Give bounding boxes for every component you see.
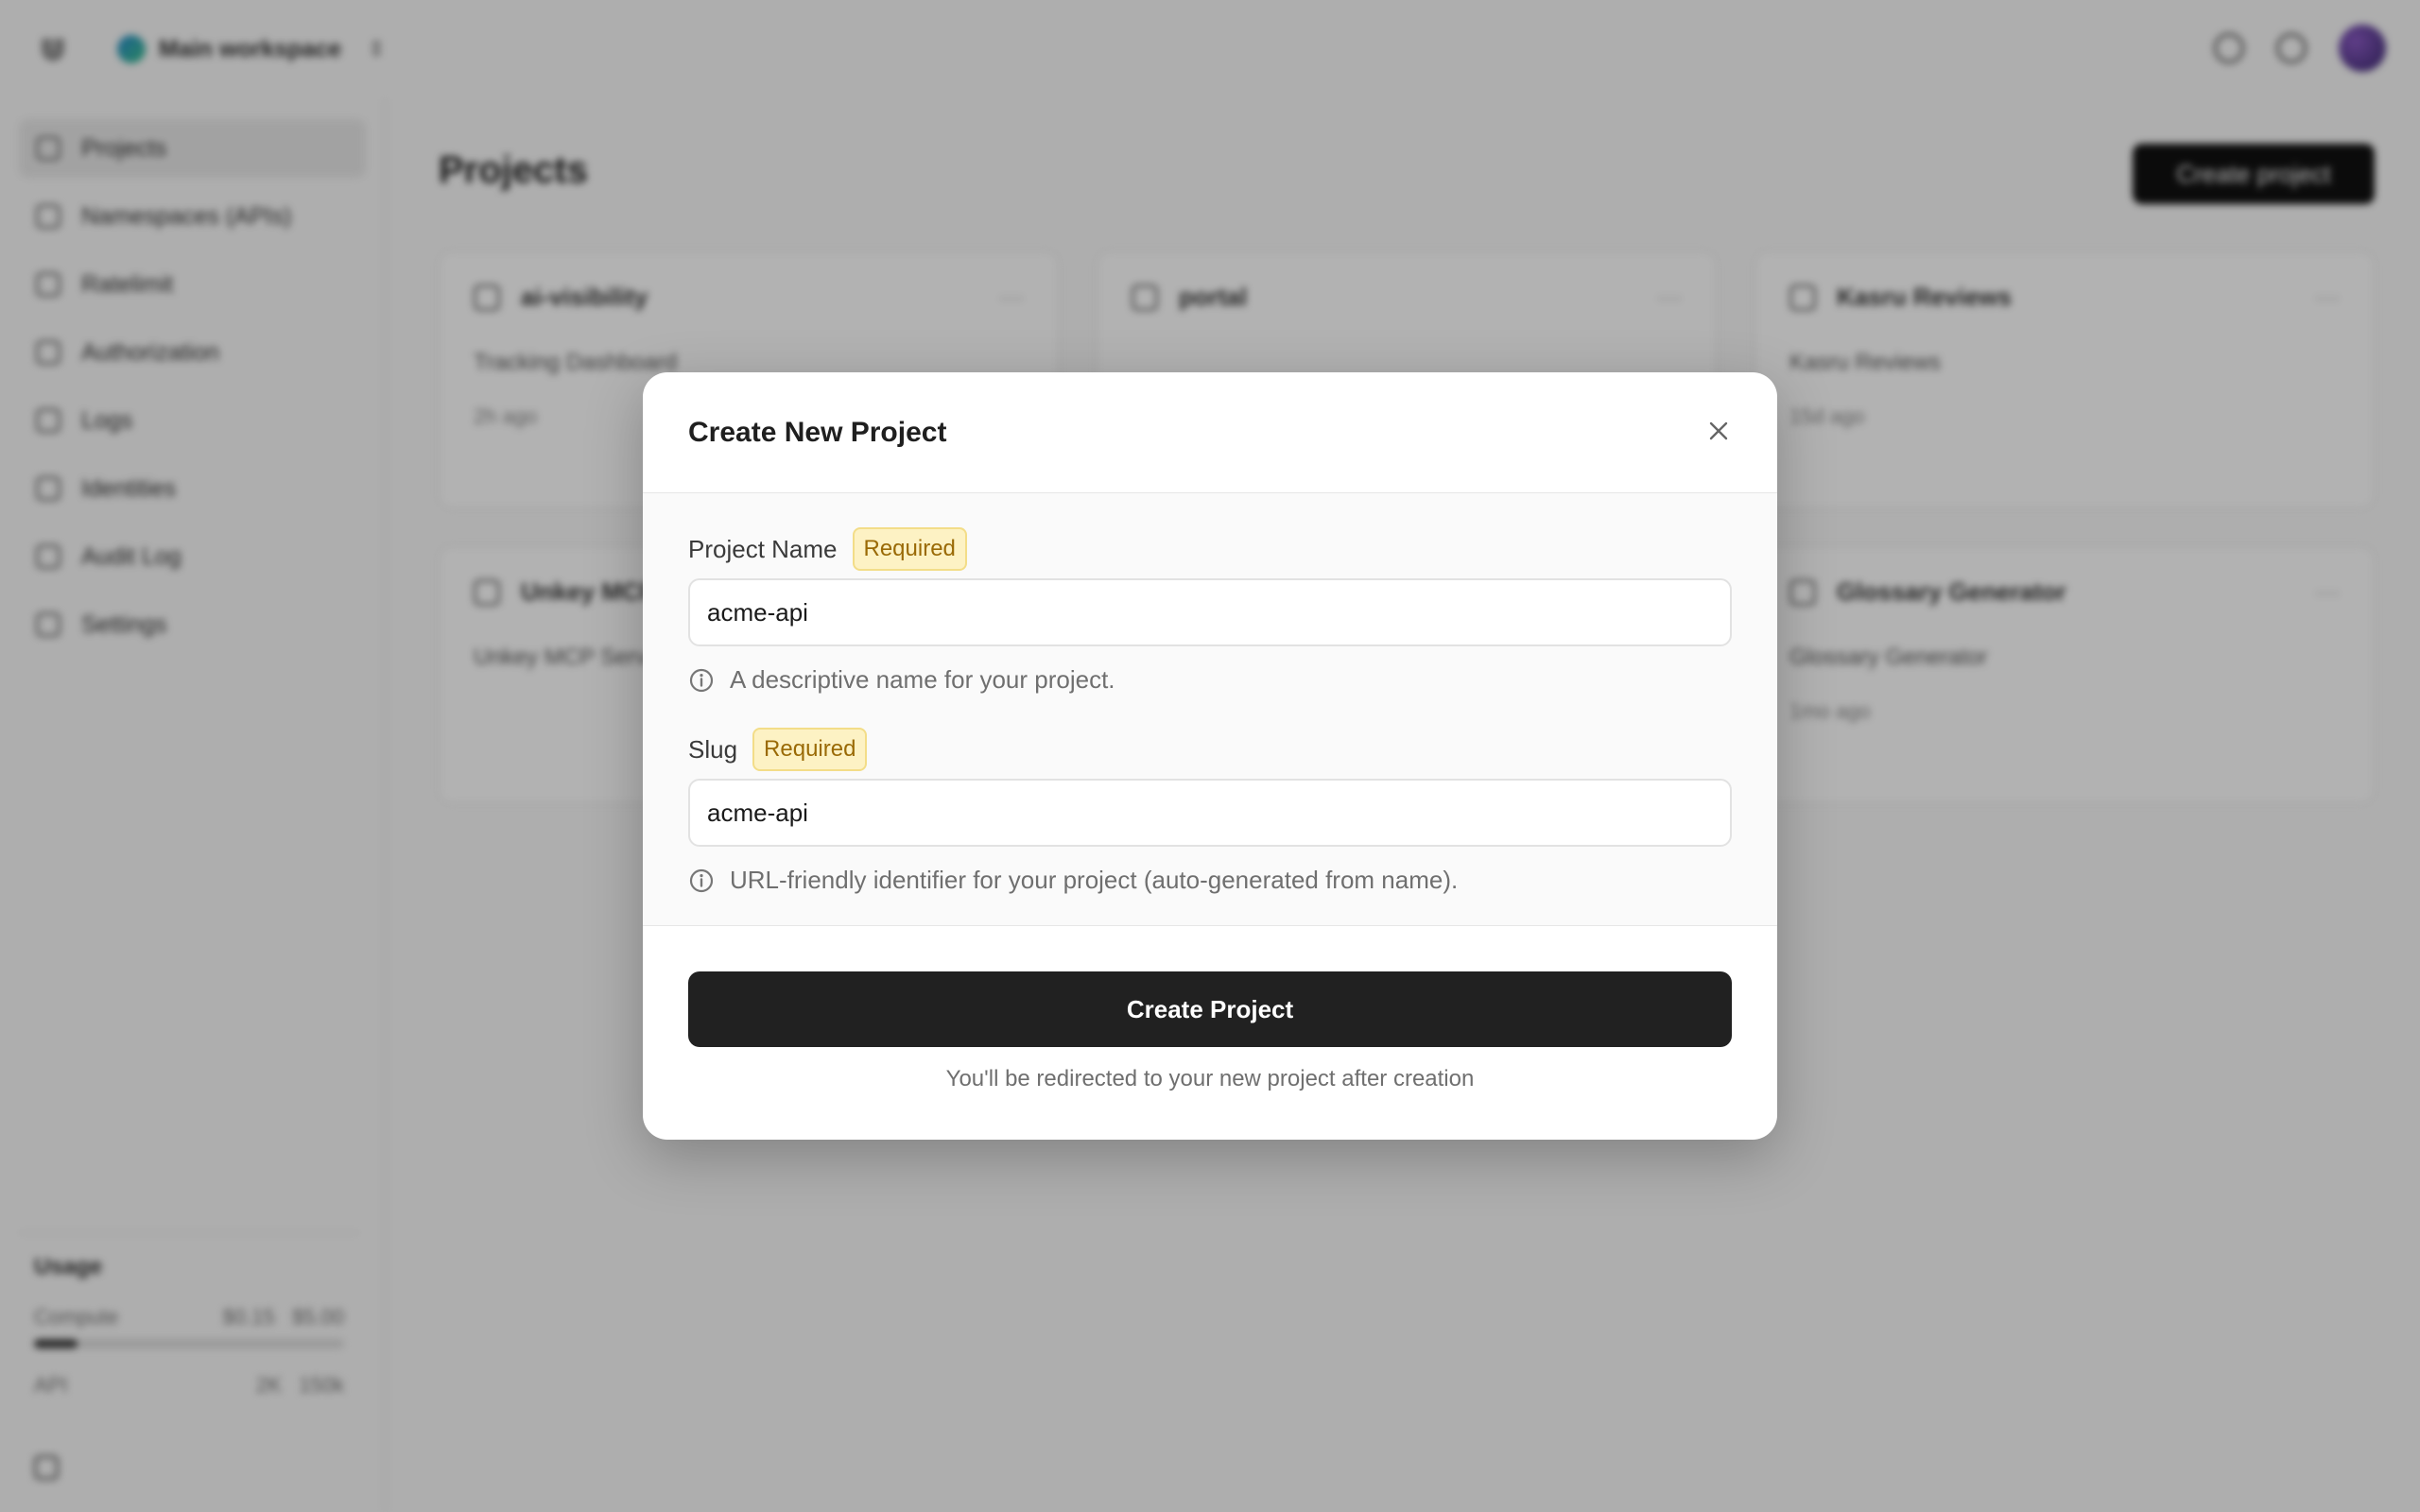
- dialog-footer: Create Project You'll be redirected to y…: [643, 926, 1777, 1140]
- slug-hint: URL-friendly identifier for your project…: [688, 866, 1458, 895]
- close-button[interactable]: [1700, 412, 1737, 450]
- redirect-note: You'll be redirected to your new project…: [945, 1066, 1475, 1091]
- dialog-body: Project Name Required A descriptive name…: [643, 493, 1777, 926]
- slug-label-row: Slug Required: [688, 728, 868, 771]
- slug-input[interactable]: [688, 779, 1732, 847]
- slug-label: Slug: [688, 734, 738, 764]
- slug-hint-text: URL-friendly identifier for your project…: [730, 866, 1459, 894]
- project-name-label: Project Name: [688, 534, 838, 563]
- info-icon: [689, 668, 714, 692]
- required-badge: Required: [852, 527, 967, 571]
- project-name-hint: A descriptive name for your project.: [688, 665, 1115, 695]
- info-icon: [689, 868, 714, 892]
- dialog-title: Create New Project: [688, 416, 947, 448]
- close-icon: [1709, 421, 1728, 440]
- required-badge: Required: [752, 728, 868, 771]
- project-name-hint-text: A descriptive name for your project.: [730, 665, 1115, 694]
- project-name-label-row: Project Name Required: [688, 527, 967, 571]
- project-name-input[interactable]: [688, 578, 1732, 646]
- create-project-dialog: Create New Project Project Name Required…: [643, 372, 1777, 1140]
- dialog-header: Create New Project: [643, 372, 1777, 493]
- create-project-submit-button[interactable]: Create Project: [688, 971, 1732, 1047]
